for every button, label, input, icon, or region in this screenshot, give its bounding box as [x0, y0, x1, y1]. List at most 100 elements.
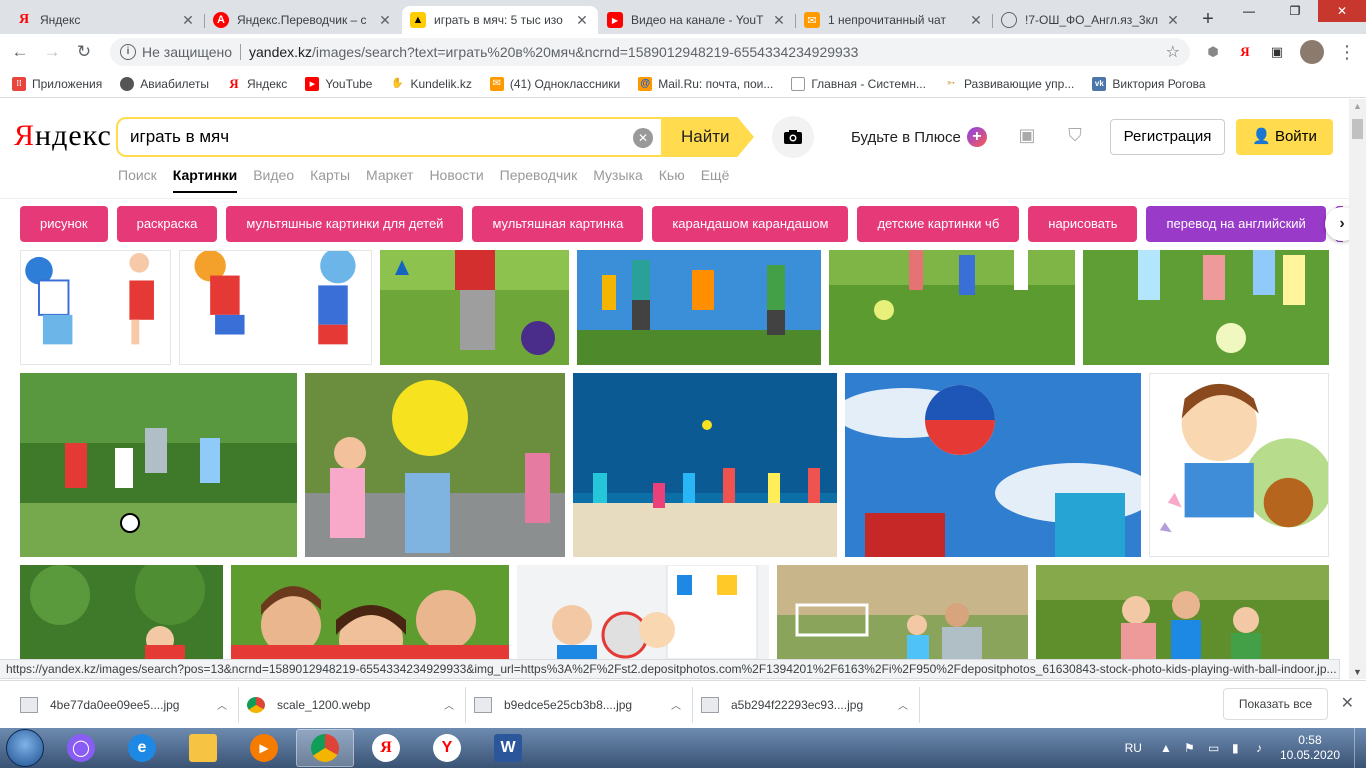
service-more[interactable]: Ещё [701, 167, 730, 183]
bookmark-system[interactable]: Главная - Системн... [791, 76, 926, 91]
service-music[interactable]: Музыка [593, 167, 643, 183]
service-search[interactable]: Поиск [118, 167, 157, 183]
tab-mail-chat[interactable]: ✉ 1 непрочитанный чат ✕ [795, 6, 992, 34]
address-bar[interactable]: i Не защищено yandex.kz /images/search?t… [110, 38, 1190, 66]
chevron-up-icon[interactable]: ︿ [895, 697, 911, 712]
tab-document[interactable]: !7-ОШ_ФО_Англ.яз_3кл ✕ [992, 6, 1189, 34]
tab-images-search[interactable]: ▲ играть в мяч: 5 тыс изо ✕ [402, 6, 598, 34]
chevron-up-icon[interactable]: ︿ [441, 697, 457, 712]
taskbar-chrome[interactable] [296, 729, 354, 767]
restore-icon[interactable]: ❐ [1272, 0, 1318, 22]
volume-icon[interactable]: ♪ [1256, 741, 1270, 755]
show-all-downloads-button[interactable]: Показать все [1223, 688, 1328, 720]
download-item[interactable]: 4be77da0ee09ee5....jpg ︿ [12, 686, 239, 723]
close-icon[interactable]: ✕ [771, 12, 787, 28]
service-images[interactable]: Картинки [172, 167, 238, 193]
image-result[interactable] [577, 250, 821, 365]
chip-cartoon-kids[interactable]: мультяшные картинки для детей [226, 206, 464, 242]
menu-kebab-icon[interactable]: ⋮ [1338, 42, 1356, 63]
service-translator[interactable]: Переводчик [500, 167, 578, 183]
service-video[interactable]: Видео [253, 167, 294, 183]
tab-yandex[interactable]: Я Яндекс ✕ [8, 6, 204, 34]
taskbar-yandex[interactable]: Я [357, 729, 415, 767]
profile-avatar[interactable] [1300, 40, 1324, 64]
chip-kids-bw[interactable]: детские картинки чб [857, 206, 1020, 242]
info-icon[interactable]: i [120, 44, 136, 60]
yandex-logo[interactable]: Яндекс [14, 119, 112, 153]
taskbar-media[interactable]: ▶ [235, 729, 293, 767]
bookmark-kundelik[interactable]: ✋ Kundelik.kz [390, 77, 472, 91]
download-item[interactable]: a5b294f22293ec93....jpg ︿ [693, 686, 920, 723]
bookmark-avia[interactable]: Авиабилеты [120, 76, 209, 91]
scroll-down-icon[interactable]: ▼ [1353, 667, 1362, 677]
chip-draw[interactable]: нарисовать [1028, 206, 1138, 242]
shield-extension-icon[interactable]: ⬢ [1204, 43, 1222, 61]
bookmark-development[interactable]: ➳ Развивающие упр... [944, 77, 1075, 91]
camera-search-icon[interactable] [772, 116, 814, 158]
security-label[interactable]: Не защищено [142, 44, 232, 60]
close-icon[interactable]: ✕ [1165, 12, 1181, 28]
close-icon[interactable]: ✕ [1341, 693, 1354, 713]
new-tab-button[interactable]: + [1194, 6, 1222, 34]
page-scrollbar[interactable]: ▲ ▼ [1349, 99, 1366, 679]
chip-pencil[interactable]: карандашом карандашом [652, 206, 849, 242]
back-icon[interactable]: ← [6, 38, 34, 66]
taskbar-explorer[interactable] [174, 729, 232, 767]
yandex-extension-icon[interactable]: Я [1236, 43, 1254, 61]
service-maps[interactable]: Карты [310, 167, 350, 183]
image-result[interactable] [20, 250, 171, 365]
image-result[interactable] [20, 565, 223, 659]
image-result[interactable] [517, 565, 769, 659]
taskbar-alice[interactable]: ◯ [52, 729, 110, 767]
bookmark-vk[interactable]: vk Виктория Рогова [1092, 76, 1206, 91]
shield-check-icon[interactable]: ⛉ [1064, 125, 1086, 149]
bookmark-mailru[interactable]: @ Mail.Ru: почта, пои... [638, 76, 773, 91]
chip-cartoon-picture[interactable]: мультяшная картинка [472, 206, 644, 242]
image-result[interactable] [1083, 250, 1329, 365]
service-news[interactable]: Новости [429, 167, 483, 183]
image-result[interactable] [829, 250, 1075, 365]
find-button[interactable]: Найти [661, 117, 754, 157]
clear-icon[interactable]: ✕ [633, 128, 653, 148]
search-input[interactable]: играть в мяч ✕ [116, 117, 661, 157]
service-q[interactable]: Кью [659, 167, 685, 183]
bookmark-yandex[interactable]: Я Яндекс [227, 76, 287, 91]
close-icon[interactable]: ✕ [968, 12, 984, 28]
image-result[interactable] [20, 373, 297, 557]
image-result[interactable] [845, 373, 1141, 557]
forward-icon[interactable]: → [38, 38, 66, 66]
tab-translator[interactable]: A Яндекс.Переводчик – с ✕ [204, 6, 401, 34]
image-result[interactable] [1149, 373, 1329, 557]
chip-coloring[interactable]: раскраска [116, 206, 218, 242]
image-result[interactable] [179, 250, 372, 365]
tray-expand-icon[interactable]: ▲ [1160, 741, 1174, 755]
close-icon[interactable]: ✕ [574, 12, 590, 28]
scroll-thumb[interactable] [1352, 119, 1363, 139]
plus-promo[interactable]: Будьте в Плюсе + [851, 127, 987, 147]
download-item[interactable]: b9edce5e25cb3b8....jpg ︿ [466, 686, 693, 723]
image-result[interactable] [777, 565, 1028, 659]
scroll-up-icon[interactable]: ▲ [1353, 101, 1362, 111]
register-button[interactable]: Регистрация [1110, 119, 1225, 155]
minimize-icon[interactable]: — [1226, 0, 1272, 22]
chip-drawing[interactable]: рисунок [20, 206, 108, 242]
tab-youtube[interactable]: ▶ Видео на канале - YouT ✕ [599, 6, 795, 34]
close-icon[interactable]: ✕ [377, 12, 393, 28]
taskbar-yandex-browser[interactable]: Y [418, 729, 476, 767]
image-result[interactable] [1036, 565, 1329, 659]
language-indicator[interactable]: RU [1125, 741, 1142, 755]
taskbar-ie[interactable]: e [113, 729, 171, 767]
taskbar-word[interactable]: W [479, 729, 537, 767]
bookmark-apps[interactable]: ⁞⁞ Приложения [12, 76, 102, 91]
reload-icon[interactable]: ↻ [70, 38, 98, 66]
service-market[interactable]: Маркет [366, 167, 413, 183]
close-icon[interactable]: ✕ [180, 12, 196, 28]
show-desktop-button[interactable] [1354, 728, 1366, 768]
chevron-up-icon[interactable]: ︿ [668, 697, 684, 712]
image-result[interactable] [380, 250, 569, 365]
image-result[interactable] [231, 565, 509, 659]
cube-extension-icon[interactable]: ▣ [1268, 43, 1286, 61]
window-close-icon[interactable]: ✕ [1318, 0, 1366, 22]
clock[interactable]: 0:58 10.05.2020 [1280, 733, 1340, 763]
chip-translate-english[interactable]: перевод на английский [1146, 206, 1326, 242]
